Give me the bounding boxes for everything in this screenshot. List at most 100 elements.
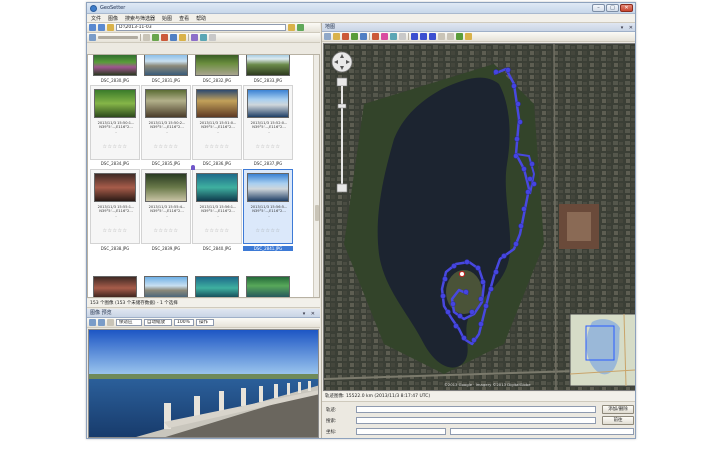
- star-icon[interactable]: [465, 33, 472, 40]
- gps-icon[interactable]: [152, 34, 159, 41]
- menu-help[interactable]: 帮助: [196, 15, 206, 22]
- filename-label: DSC_2840.JPG: [202, 246, 232, 251]
- operation-button[interactable]: 操作: [196, 319, 214, 326]
- delete-icon[interactable]: [372, 33, 379, 40]
- thumbnail-card[interactable]: 2013/11/3 15:51:0... N39°5'...,E116°2...…: [192, 85, 242, 160]
- delete-icon[interactable]: [161, 34, 168, 41]
- rating-stars[interactable]: ☆☆☆☆☆: [193, 228, 241, 234]
- refresh-icon[interactable]: [297, 24, 304, 31]
- arrow-up-icon[interactable]: [429, 33, 436, 40]
- map-type-icon[interactable]: [324, 33, 331, 40]
- go-button[interactable]: 前往: [602, 416, 634, 425]
- minimize-button[interactable]: –: [592, 4, 605, 12]
- track-field[interactable]: [356, 406, 596, 413]
- coordinates-field[interactable]: [356, 428, 446, 435]
- toolbar-separator: [369, 33, 370, 40]
- thumbnail-size-slider[interactable]: [98, 36, 138, 39]
- left-pane: D:\2013-11-03 DSC_2830.JPG DSC_2831.JPG …: [87, 23, 320, 438]
- thumbnail-scrollbar[interactable]: [313, 55, 319, 297]
- edit-icon[interactable]: [170, 34, 177, 41]
- coordinates-row: 坐标:: [326, 427, 634, 437]
- maximize-button[interactable]: □: [606, 4, 619, 12]
- arrow-left-icon[interactable]: [411, 33, 418, 40]
- copy-icon[interactable]: [447, 33, 454, 40]
- rating-stars[interactable]: ☆☆☆☆☆: [91, 144, 139, 150]
- track-icon[interactable]: [360, 33, 367, 40]
- filename-label: DSC_2831.JPG: [151, 78, 181, 83]
- menu-view[interactable]: 查看: [179, 15, 189, 22]
- rating-stars[interactable]: ☆☆☆☆☆: [142, 228, 190, 234]
- address-field[interactable]: [450, 428, 634, 435]
- thumbnail-photo: [94, 89, 136, 118]
- toolbar-separator: [140, 34, 141, 41]
- settings-icon[interactable]: [209, 34, 216, 41]
- folder-icon[interactable]: [107, 24, 114, 31]
- auto-zoom-dropdown[interactable]: 自动缩放: [144, 319, 172, 326]
- pin-green-icon[interactable]: [351, 33, 358, 40]
- measure-icon[interactable]: [399, 33, 406, 40]
- search-icon[interactable]: [390, 33, 397, 40]
- filename-label: DSC_2835.JPG: [151, 161, 181, 166]
- view-icon[interactable]: [89, 34, 96, 41]
- preview-panel-title: 图像 预览: [90, 310, 112, 316]
- path-input[interactable]: D:\2013-11-03: [116, 24, 286, 31]
- zoom-level-dropdown[interactable]: 100%: [174, 319, 194, 326]
- thumbnail-card[interactable]: 2013/11/3 15:50:2... N39°5'...,E116°2...…: [141, 85, 191, 160]
- satellite-map[interactable]: ©2013 Google · Imagery ©2013 DigitalGlob…: [323, 43, 636, 391]
- save-icon[interactable]: [179, 34, 186, 41]
- pin-red-icon[interactable]: [342, 33, 349, 40]
- menu-image[interactable]: 图像: [108, 15, 118, 22]
- thumbnail-card[interactable]: 2013/11/3 15:55:4... N39°5'...,E116°2...…: [141, 169, 191, 244]
- thumbnail-photo[interactable]: [246, 276, 290, 297]
- thumbnail-photo[interactable]: [93, 55, 137, 76]
- map-panel-title: 地图: [325, 24, 336, 30]
- thumbnail-extra: -: [115, 129, 117, 134]
- forward-icon[interactable]: [98, 24, 105, 31]
- thumbnail-card[interactable]: 2013/11/3 15:56:1... N39°5'...,E116°2...…: [191, 165, 242, 244]
- scrollbar-thumb[interactable]: [315, 205, 319, 221]
- rating-stars[interactable]: ☆☆☆☆☆: [91, 228, 139, 234]
- thumbnail-photo[interactable]: [144, 55, 188, 76]
- rating-stars[interactable]: ☆☆☆☆☆: [244, 144, 292, 150]
- thumbnail-meta: 2013/11/3 15:55:1... N39°5'...,E116°2...…: [94, 205, 138, 218]
- thumbnail-extra: -: [166, 213, 168, 218]
- thumbnail-card[interactable]: 2013/11/3 15:52:0... N39°5'...,E116°2...…: [243, 85, 293, 160]
- link-icon[interactable]: [438, 33, 445, 40]
- thumbnail-photo[interactable]: [93, 276, 137, 297]
- thumbnail-photo[interactable]: [246, 55, 290, 76]
- menu-bar: 文件 图像 搜索与筛选器 始图 查看 帮助: [87, 14, 635, 23]
- rating-stars[interactable]: ☆☆☆☆☆: [142, 144, 190, 150]
- thumbnail-meta: 2013/11/3 15:55:4... N39°5'...,E116°2...…: [145, 205, 189, 218]
- thumbnail-photo[interactable]: [144, 276, 188, 297]
- rating-stars[interactable]: ☆☆☆☆☆: [244, 228, 292, 234]
- thumbnail-photo[interactable]: [195, 55, 239, 76]
- map-canvas[interactable]: [324, 44, 636, 391]
- back-icon[interactable]: [89, 24, 96, 31]
- menu-map[interactable]: 始图: [162, 15, 172, 22]
- thumbnail-photo[interactable]: [195, 276, 239, 297]
- browse-folder-icon[interactable]: [288, 24, 295, 31]
- menu-file[interactable]: 文件: [91, 15, 101, 22]
- fit-dropdown[interactable]: 保适应: [116, 319, 142, 326]
- close-button[interactable]: ✕: [620, 4, 633, 12]
- arrow-right-icon[interactable]: [420, 33, 427, 40]
- thumbnail-card[interactable]: 2013/11/3 15:50:1... N39°5'...,E116°2...…: [90, 85, 140, 160]
- image-toolbar: [87, 33, 320, 43]
- rotate-icon[interactable]: [107, 319, 114, 326]
- search-input[interactable]: [356, 417, 596, 424]
- menu-search-filter[interactable]: 搜索与筛选器: [125, 15, 155, 22]
- image-preview: [88, 329, 319, 438]
- filter-icon[interactable]: [191, 34, 198, 41]
- rating-stars[interactable]: ☆☆☆☆☆: [193, 144, 241, 150]
- add-remove-button[interactable]: 添加/删除: [602, 405, 634, 414]
- sort-icon[interactable]: [143, 34, 150, 41]
- map-toolbar: [322, 32, 635, 42]
- sync-icon[interactable]: [200, 34, 207, 41]
- thumbnail-card-selected[interactable]: 2013/11/3 15:56:5... N39°5'...,E116°2...…: [243, 169, 293, 244]
- add-icon[interactable]: [456, 33, 463, 40]
- marker-icon[interactable]: [333, 33, 340, 40]
- zoom-in-icon[interactable]: [89, 319, 96, 326]
- zoom-out-icon[interactable]: [98, 319, 105, 326]
- thumbnail-card[interactable]: 2013/11/3 15:55:1... N39°5'...,E116°2...…: [90, 169, 140, 244]
- area-icon[interactable]: [381, 33, 388, 40]
